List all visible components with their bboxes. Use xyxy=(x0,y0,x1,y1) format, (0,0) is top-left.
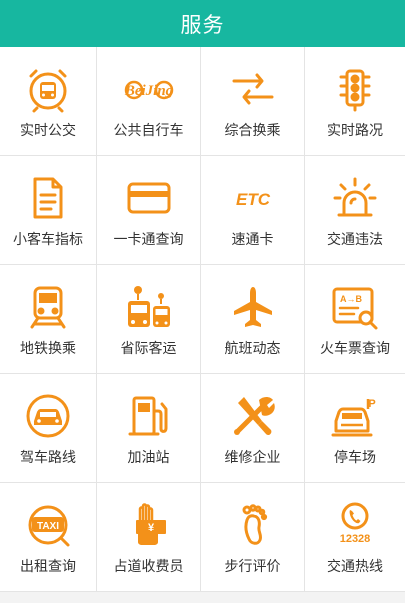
service-label: 交通违法 xyxy=(327,232,383,248)
svg-text:TAXI: TAXI xyxy=(37,521,59,532)
bottom-spacer xyxy=(0,592,405,600)
service-label: 地铁换乘 xyxy=(20,341,76,357)
service-label: 步行评价 xyxy=(224,559,281,575)
hotline-icon: 12328 xyxy=(330,500,380,550)
gas-station-icon xyxy=(124,391,174,441)
service-label: 交通热线 xyxy=(327,559,383,575)
service-driving-route[interactable]: 驾车路线 xyxy=(0,374,97,483)
subway-icon xyxy=(23,282,73,332)
service-label: 驾车路线 xyxy=(20,450,76,466)
service-hotline[interactable]: 12328 交通热线 xyxy=(305,483,405,592)
svg-text:A→B: A→B xyxy=(340,294,362,304)
service-walk-review[interactable]: 步行评价 xyxy=(201,483,305,592)
service-label: 停车场 xyxy=(334,450,376,466)
service-violation[interactable]: 交通违法 xyxy=(305,156,405,265)
svg-text:ETC: ETC xyxy=(236,190,271,209)
service-toll-collector[interactable]: ¥ 占道收费员 xyxy=(97,483,201,592)
service-label: 加油站 xyxy=(127,450,170,466)
app-header: 服务 xyxy=(0,0,405,47)
warning-light-icon xyxy=(330,173,380,223)
service-taxi[interactable]: TAXI 出租查询 xyxy=(0,483,97,592)
service-label: 实时公交 xyxy=(20,123,76,139)
airplane-icon xyxy=(228,282,278,332)
service-label: 综合换乘 xyxy=(224,123,281,139)
service-label: 实时路况 xyxy=(327,123,383,139)
etc-icon: ETC xyxy=(228,173,278,223)
train-ticket-icon: A→B xyxy=(330,282,380,332)
service-realtime-bus[interactable]: 实时公交 xyxy=(0,47,97,156)
service-label: 速通卡 xyxy=(231,232,274,248)
traffic-light-icon xyxy=(330,64,380,114)
service-label: 小客车指标 xyxy=(13,232,83,248)
taxi-icon: TAXI xyxy=(23,500,73,550)
service-flight[interactable]: 航班动态 xyxy=(201,265,305,374)
svg-text:12328: 12328 xyxy=(340,533,371,545)
service-label: 火车票查询 xyxy=(320,341,390,357)
service-gas-station[interactable]: 加油站 xyxy=(97,374,201,483)
service-label: 航班动态 xyxy=(224,341,281,357)
svg-text:P: P xyxy=(368,398,375,410)
service-label: 占道收费员 xyxy=(113,559,184,575)
service-car-quota[interactable]: 小客车指标 xyxy=(0,156,97,265)
footprint-icon xyxy=(228,500,278,550)
service-parking[interactable]: P 停车场 xyxy=(305,374,405,483)
service-etc-card[interactable]: ETC 速通卡 xyxy=(201,156,305,265)
service-repair[interactable]: 维修企业 xyxy=(201,374,305,483)
service-traffic[interactable]: 实时路况 xyxy=(305,47,405,156)
parking-icon: P xyxy=(330,391,380,441)
coach-icon xyxy=(124,282,174,332)
service-subway[interactable]: 地铁换乘 xyxy=(0,265,97,374)
service-label: 一卡通查询 xyxy=(113,232,184,248)
service-label: 出租查询 xyxy=(20,559,76,575)
service-transfer[interactable]: 综合换乘 xyxy=(201,47,305,156)
toll-collector-icon: ¥ xyxy=(124,500,174,550)
service-grid: 实时公交 BeiJing 公共自行车 综合换乘 实时路况 小客车指标 一卡通查询… xyxy=(0,47,405,592)
car-route-icon xyxy=(23,391,73,441)
transfer-arrows-icon xyxy=(228,64,278,114)
svg-text:BeiJing: BeiJing xyxy=(124,83,174,99)
service-card-query[interactable]: 一卡通查询 xyxy=(97,156,201,265)
page-title: 服务 xyxy=(180,12,225,37)
repair-tools-icon xyxy=(228,391,278,441)
service-intercity-coach[interactable]: 省际客运 xyxy=(97,265,201,374)
service-label: 公共自行车 xyxy=(113,123,184,139)
service-label: 省际客运 xyxy=(120,341,177,357)
document-icon xyxy=(23,173,73,223)
service-train-ticket[interactable]: A→B 火车票查询 xyxy=(305,265,405,374)
svg-text:¥: ¥ xyxy=(147,522,154,534)
service-label: 维修企业 xyxy=(224,450,281,466)
card-icon xyxy=(124,173,174,223)
beijing-bike-logo-icon: BeiJing xyxy=(124,64,174,114)
service-public-bike[interactable]: BeiJing 公共自行车 xyxy=(97,47,201,156)
bus-alarm-icon xyxy=(23,64,73,114)
